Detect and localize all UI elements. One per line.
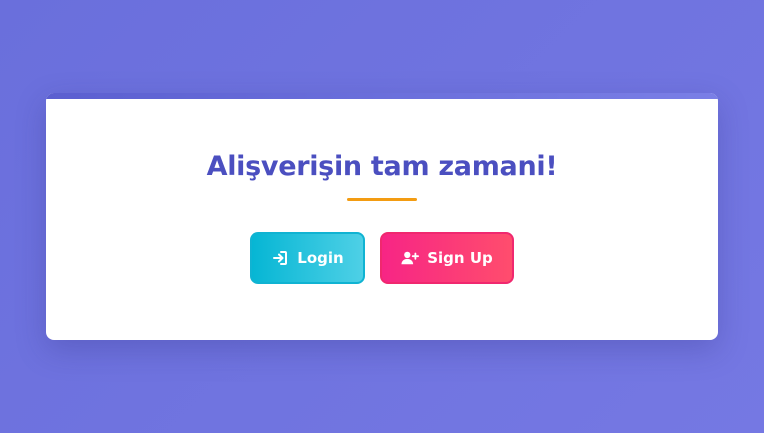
sign-in-icon xyxy=(271,249,289,267)
signup-button-label: Sign Up xyxy=(427,249,493,267)
card-accent-bar xyxy=(46,93,718,99)
welcome-card: Alişverişin tam zamani! Login Sign Up xyxy=(46,93,718,340)
login-button-label: Login xyxy=(297,249,344,267)
title-underline xyxy=(347,198,417,201)
page-title: Alişverişin tam zamani! xyxy=(206,151,558,182)
user-plus-icon xyxy=(401,249,420,267)
signup-button[interactable]: Sign Up xyxy=(380,232,514,284)
login-button[interactable]: Login xyxy=(250,232,365,284)
